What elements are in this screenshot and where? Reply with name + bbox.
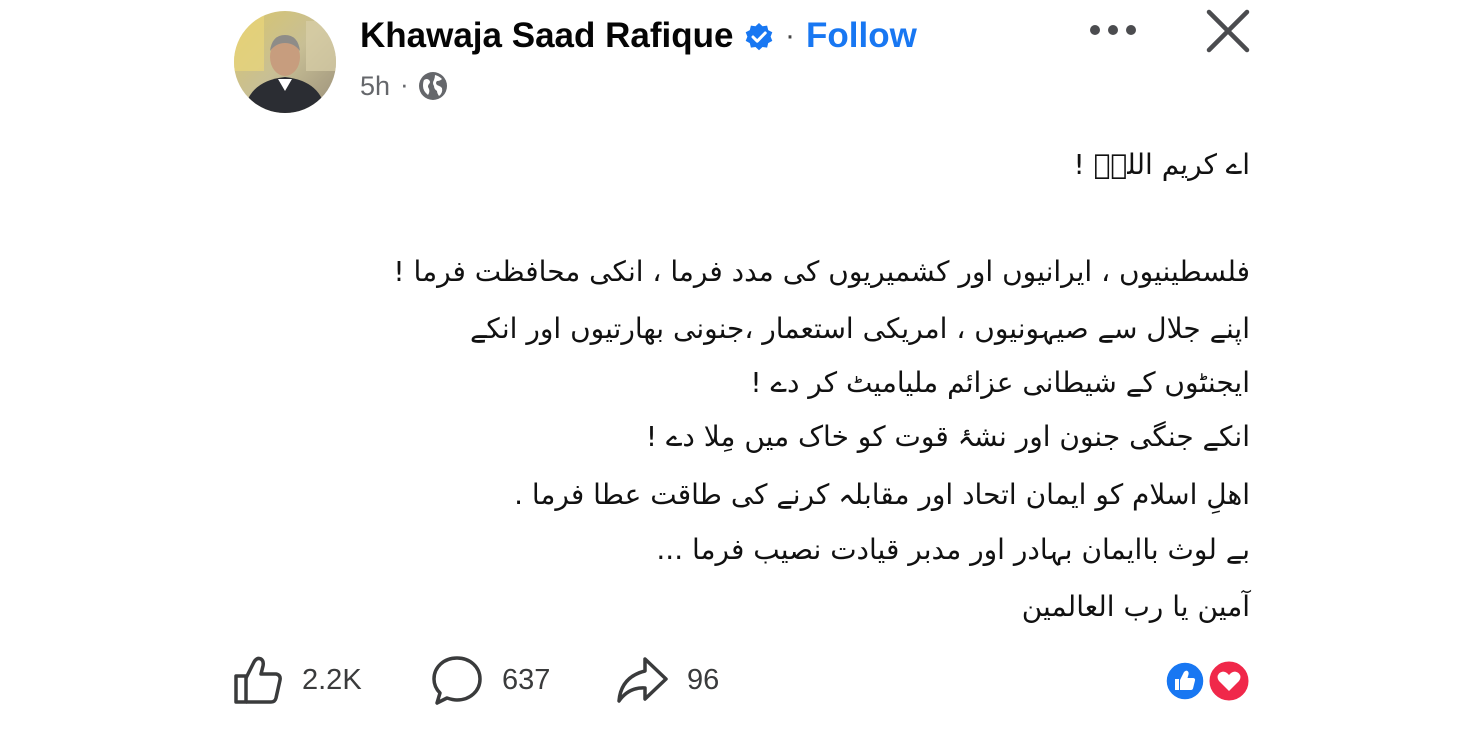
header-separator: · [785,19,795,52]
post-line: فلسطینیوں ، ایرانیوں اور کشمیریوں کی مدد… [393,255,1250,288]
comment-icon [432,656,482,705]
like-count: 2.2K [302,663,362,696]
post-line: اے کریم اللہؐ ! [1073,148,1250,181]
close-icon[interactable] [1205,8,1251,54]
like-icon [234,656,282,704]
globe-icon [419,72,447,100]
post-line: آمین یا رب العالمین [1021,590,1250,623]
avatar[interactable] [234,11,336,113]
more-dots-icon[interactable] [1088,20,1138,40]
post-line: انکے جنگی جنون اور نشۂ قوت کو خاک میں مِ… [645,420,1250,453]
share-icon [617,657,668,703]
author-name[interactable]: Khawaja Saad Rafique [360,14,733,58]
reactions-summary[interactable] [1164,658,1254,704]
follow-button[interactable]: Follow [806,14,917,58]
post-dialog: Khawaja Saad Rafique · Follow 5h · اے کر… [0,0,1482,735]
post-line: اھلِ اسلام کو ایمان اتحاد اور مقابلہ کرن… [514,478,1250,511]
verified-badge-icon [745,23,773,51]
post-line: اپنے جلال سے صیہونیوں ، امریکی استعمار ،… [470,312,1250,345]
post-timestamp[interactable]: 5h [360,68,390,104]
post-line: ایجنٹوں کے شیطانی عزائم ملیامیٹ کر دے ! [750,366,1250,399]
like-reaction-icon [1164,660,1206,702]
comment-button[interactable]: 637 [430,652,550,708]
timestamp-separator: · [400,69,409,99]
share-button[interactable]: 96 [615,652,719,708]
share-count: 96 [687,663,720,696]
comment-count: 637 [502,663,551,696]
post-line: بے لوث باایمان بہادر اور مدبر قیادت نصیب… [656,533,1250,566]
love-reaction-icon [1206,658,1252,704]
like-button[interactable]: 2.2K [232,652,362,708]
